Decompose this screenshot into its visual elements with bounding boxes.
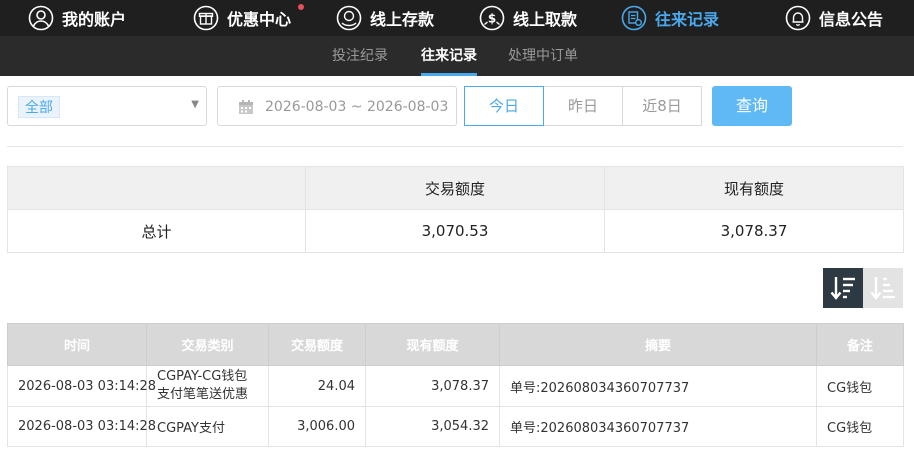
cell-trade-amount: 24.04: [268, 365, 366, 407]
cell-current-balance: 3,054.32: [365, 406, 500, 447]
withdraw-icon: $: [479, 5, 505, 31]
quick-range-last-8-days[interactable]: 近8日: [622, 86, 702, 126]
summary-trade-amount: 3,070.53: [305, 209, 605, 253]
nav-item-announcements[interactable]: 信息公告: [785, 0, 883, 36]
cell-remark: CG钱包: [816, 365, 904, 407]
tab-pending-orders[interactable]: 处理中订单: [508, 36, 578, 76]
nav-item-online-withdraw[interactable]: $ 线上取款: [479, 0, 577, 36]
records-icon: [621, 5, 647, 31]
tab-transaction-records[interactable]: 往来记录: [421, 36, 477, 76]
cell-trade-amount: 3,006.00: [268, 406, 366, 447]
nav-label: 线上取款: [513, 10, 578, 29]
nav-item-transaction-records[interactable]: 往来记录: [621, 0, 719, 36]
notification-dot: [298, 4, 304, 10]
summary-header-trade-amount: 交易额度: [305, 166, 605, 210]
transaction-type-select[interactable]: 全部 ▼: [7, 86, 207, 126]
cell-time: 2026-08-03 03:14:28: [7, 406, 156, 447]
quick-range-yesterday[interactable]: 昨日: [543, 86, 623, 126]
table-row: 2026-08-03 03:14:28 CGPAY支付 3,006.00 3,0…: [7, 406, 904, 447]
summary-current-balance: 3,078.37: [604, 209, 904, 253]
summary-header-blank: [7, 166, 306, 210]
nav-item-promotions[interactable]: 优惠中心: [193, 0, 291, 36]
summary-table: 交易额度 现有额度 总计 3,070.53 3,078.37: [7, 166, 904, 253]
column-header-remark[interactable]: 备注: [816, 323, 904, 366]
date-range-value: 2026-08-03 ~ 2026-08-03: [265, 99, 449, 115]
svg-text:$: $: [488, 12, 496, 26]
sub-nav: 投注纪录 往来记录 处理中订单: [0, 36, 914, 76]
cell-current-balance: 3,078.37: [365, 365, 500, 407]
nav-label: 往来记录: [655, 10, 720, 29]
sort-ascending-icon: [870, 277, 895, 300]
quick-range-today[interactable]: 今日: [464, 86, 544, 126]
top-nav: 我的账户 优惠中心 线上存款 $ 线上取款 往来记录 信息公告: [0, 0, 914, 36]
summary-header-current-balance: 现有额度: [604, 166, 904, 210]
column-header-summary[interactable]: 摘要: [499, 323, 817, 366]
cell-summary: 单号:202608034360707737: [499, 365, 817, 407]
nav-label: 我的账户: [62, 10, 127, 29]
sort-ascending-button[interactable]: [863, 268, 903, 308]
table-row: 2026-08-03 03:14:28 CGPAY-CG钱包支付笔笔送优惠 24…: [7, 365, 904, 407]
nav-item-my-account[interactable]: 我的账户: [28, 0, 126, 36]
nav-label: 线上存款: [370, 10, 435, 29]
nav-item-online-deposit[interactable]: 线上存款: [336, 0, 434, 36]
sort-descending-button[interactable]: [823, 268, 863, 308]
tab-bet-records[interactable]: 投注纪录: [332, 36, 388, 76]
selected-type-tag: 全部: [18, 96, 60, 118]
divider: [7, 146, 903, 147]
column-header-trade-amount[interactable]: 交易额度: [268, 323, 366, 366]
cell-type: CGPAY-CG钱包支付笔笔送优惠: [146, 365, 269, 407]
gift-icon: [193, 5, 219, 31]
sort-descending-icon: [830, 277, 855, 300]
cell-summary: 单号:202608034360707737: [499, 406, 817, 447]
deposit-icon: [336, 5, 362, 31]
records-table: 时间 交易类别 交易额度 现有额度 摘要 备注 2026-08-03 03:14…: [7, 323, 904, 447]
user-icon: [28, 5, 54, 31]
cell-type: CGPAY支付: [146, 406, 269, 447]
active-tab-underline: [421, 73, 477, 76]
caret-down-icon: ▼: [191, 99, 199, 110]
bell-icon: [785, 5, 811, 31]
calendar-icon: [239, 100, 253, 114]
query-button[interactable]: 查询: [712, 86, 792, 126]
date-range-picker[interactable]: 2026-08-03 ~ 2026-08-03: [217, 86, 457, 126]
column-header-time[interactable]: 时间: [7, 323, 147, 366]
nav-label: 优惠中心: [227, 10, 292, 29]
cell-remark: CG钱包: [816, 406, 904, 447]
nav-label: 信息公告: [819, 10, 884, 29]
column-header-type[interactable]: 交易类别: [146, 323, 269, 366]
cell-time: 2026-08-03 03:14:28: [7, 365, 156, 407]
column-header-current-balance[interactable]: 现有额度: [365, 323, 500, 366]
summary-row-label: 总计: [7, 209, 306, 253]
